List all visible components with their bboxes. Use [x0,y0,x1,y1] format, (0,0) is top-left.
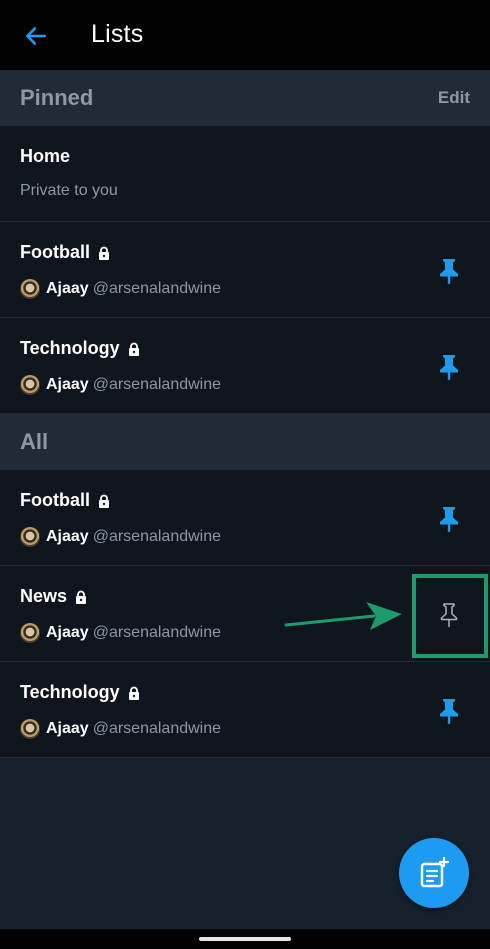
list-owner: Ajaay @arsenalandwine [20,719,221,739]
lists-screen: Lists Pinned Edit Home Private to you Fo… [0,0,490,949]
section-title-all: All [20,429,49,454]
list-owner: Ajaay @arsenalandwine [20,375,221,395]
pin-filled-icon[interactable] [436,353,462,381]
pin-filled-icon[interactable] [436,257,462,285]
list-owner: Ajaay @arsenalandwine [20,279,221,299]
list-item-pinned-technology[interactable]: Technology Ajaay @arsenalandwine [0,318,490,414]
list-subtitle: Private to you [20,182,118,199]
list-title: Technology [20,338,141,359]
lock-icon [76,590,87,604]
system-nav-bar [0,929,490,949]
page-title: Lists [91,20,144,48]
owner-name: Ajaay [46,528,89,545]
list-owner: Ajaay @arsenalandwine [20,527,221,547]
list-item-all-football[interactable]: Football Ajaay @arsenalandwine [0,470,490,566]
new-list-icon [420,856,450,888]
owner-name: Ajaay [46,376,89,393]
pin-filled-icon[interactable] [436,505,462,533]
section-title-pinned: Pinned [20,85,94,110]
highlight-box [412,574,488,658]
owner-handle: @arsenalandwine [92,528,222,545]
owner-name: Ajaay [46,624,89,641]
owner-name: Ajaay [46,280,89,297]
lock-icon [128,686,139,700]
avatar [20,375,40,395]
arrow-right-icon [284,602,402,630]
avatar [20,623,40,643]
arrow-left-icon [26,27,46,45]
section-header-all: All [0,414,490,470]
list-item-pinned-football[interactable]: Football Ajaay @arsenalandwine [0,222,490,318]
avatar [20,279,40,299]
lock-icon [128,342,139,356]
pin-filled-icon[interactable] [436,697,462,725]
list-title: Technology [20,682,141,703]
owner-name: Ajaay [46,720,89,737]
owner-handle: @arsenalandwine [92,720,222,737]
lock-icon [99,494,109,508]
home-indicator[interactable] [199,937,291,941]
owner-handle: @arsenalandwine [92,624,222,641]
list-item-home[interactable]: Home Private to you [0,126,490,222]
section-header-pinned: Pinned Edit [0,70,490,126]
list-title: Home [20,146,71,166]
owner-handle: @arsenalandwine [92,376,222,393]
avatar [20,527,40,547]
list-item-all-technology[interactable]: Technology Ajaay @arsenalandwine [0,662,490,758]
top-app-bar: Lists [0,0,490,70]
list-title: Football [20,242,111,263]
list-owner: Ajaay @arsenalandwine [20,623,221,643]
avatar [20,719,40,739]
back-button[interactable] [20,20,52,52]
lock-icon [99,246,109,260]
edit-button[interactable]: Edit [438,88,470,108]
owner-handle: @arsenalandwine [92,280,222,297]
new-list-button[interactable] [399,838,469,908]
list-title: Football [20,490,111,511]
list-title: News [20,586,88,607]
